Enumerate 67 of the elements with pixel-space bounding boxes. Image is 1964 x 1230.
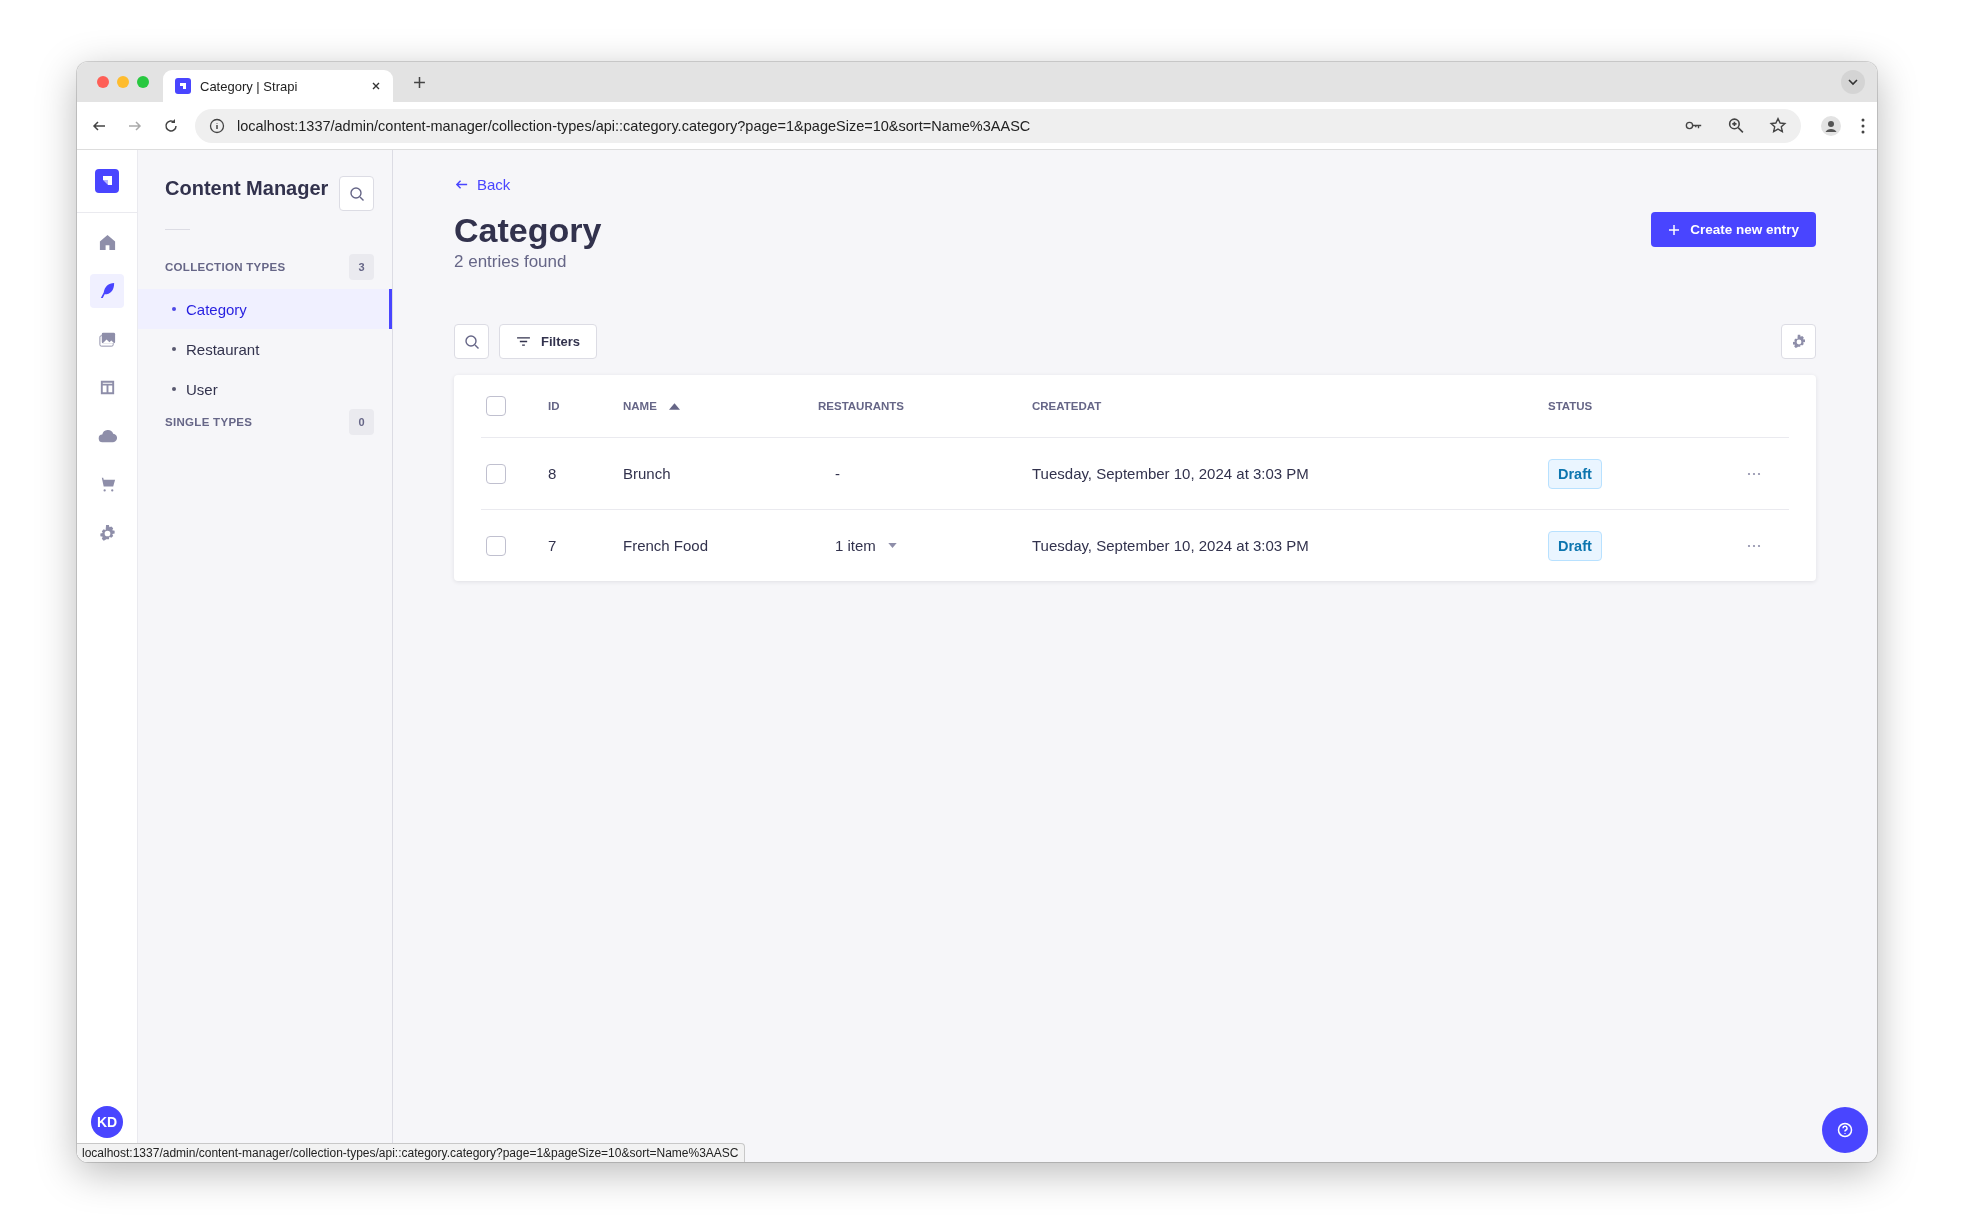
tab-list-icon[interactable] <box>1841 70 1865 94</box>
home-icon <box>97 232 117 252</box>
help-icon <box>1837 1122 1853 1138</box>
page-title: Category <box>454 210 602 250</box>
table-cell: 7 <box>548 537 557 554</box>
column-header[interactable]: STATUS <box>1548 400 1593 412</box>
relation-dropdown[interactable]: 1 item <box>835 537 897 554</box>
row-checkbox[interactable] <box>486 463 506 484</box>
settings-button[interactable] <box>1781 324 1816 359</box>
settings-icon <box>97 523 117 543</box>
bullet-icon <box>172 307 176 311</box>
select-all-checkbox[interactable] <box>486 396 506 416</box>
table-cell: - <box>835 465 840 482</box>
column-header[interactable]: CREATEDAT <box>1032 400 1102 412</box>
browser-tab[interactable]: Category | Strapi <box>163 70 393 102</box>
user-avatar[interactable]: KD <box>91 1106 123 1138</box>
strapi-logo-icon <box>175 78 191 94</box>
profile-icon[interactable] <box>1821 115 1841 136</box>
table-cell: Tuesday, September 10, 2024 at 3:03 PM <box>1032 465 1309 482</box>
caret-icon <box>887 543 897 548</box>
sidebar-item[interactable]: Restaurant <box>138 329 392 369</box>
filters-button[interactable]: Filters <box>499 324 597 359</box>
new-tab-icon[interactable] <box>413 75 426 89</box>
create-entry-button[interactable]: Create new entry <box>1651 212 1816 247</box>
reload-icon[interactable] <box>163 117 179 134</box>
search-button[interactable] <box>454 324 489 359</box>
browser-menu-icon[interactable] <box>1861 117 1865 134</box>
section-heading: SINGLE TYPES <box>165 416 253 428</box>
status-url-tooltip: localhost:1337/admin/content-manager/collection-types/api::category.category?page=1&pageSize=10&sort=Name%3AASC <box>77 1143 745 1162</box>
back-link[interactable]: Back <box>454 176 511 193</box>
address-bar[interactable]: localhost:1337/admin/content-manager/collection-types/api::category.category?page=1&pageSize=10&sort=Name%3AASC <box>195 108 1801 143</box>
sort-arrow-icon[interactable] <box>668 402 680 410</box>
search-button[interactable] <box>339 176 374 211</box>
settings-icon <box>1790 333 1807 350</box>
entries-count: 2 entries found <box>454 252 568 272</box>
zoom-icon[interactable] <box>1727 117 1745 134</box>
more-icon[interactable] <box>1747 543 1761 548</box>
sidebar-item[interactable]: Category <box>138 289 392 329</box>
column-header[interactable]: ID <box>548 400 560 412</box>
close-tab-icon[interactable] <box>371 81 381 91</box>
strapi-logo-icon[interactable] <box>95 169 119 193</box>
info-icon[interactable] <box>209 117 225 134</box>
column-header[interactable]: NAME <box>623 400 657 412</box>
search-icon <box>348 185 365 202</box>
star-icon[interactable] <box>1769 117 1787 134</box>
sidebar-title: Content Manager <box>165 177 329 200</box>
bullet-icon <box>172 347 176 351</box>
status-badge: Draft <box>1548 530 1602 561</box>
table-cell: Brunch <box>623 465 671 482</box>
count-badge: 0 <box>349 409 374 435</box>
column-header[interactable]: RESTAURANTS <box>818 400 905 412</box>
table-cell: 8 <box>548 465 557 482</box>
row-checkbox[interactable] <box>486 535 506 556</box>
table-cell: French Food <box>623 537 709 554</box>
filter-icon <box>516 336 531 347</box>
search-icon <box>463 333 480 350</box>
section-heading: COLLECTION TYPES <box>165 261 286 273</box>
bullet-icon <box>172 387 176 391</box>
sidebar-item[interactable]: User <box>138 369 392 409</box>
close-window-icon[interactable] <box>97 76 109 88</box>
status-badge: Draft <box>1548 458 1602 489</box>
nav-rail-item[interactable] <box>90 273 124 308</box>
help-button[interactable] <box>1822 1107 1868 1153</box>
count-badge: 3 <box>349 254 374 280</box>
more-icon[interactable] <box>1747 471 1761 476</box>
plus-icon <box>1668 223 1681 236</box>
table-cell: Tuesday, September 10, 2024 at 3:03 PM <box>1032 537 1309 554</box>
